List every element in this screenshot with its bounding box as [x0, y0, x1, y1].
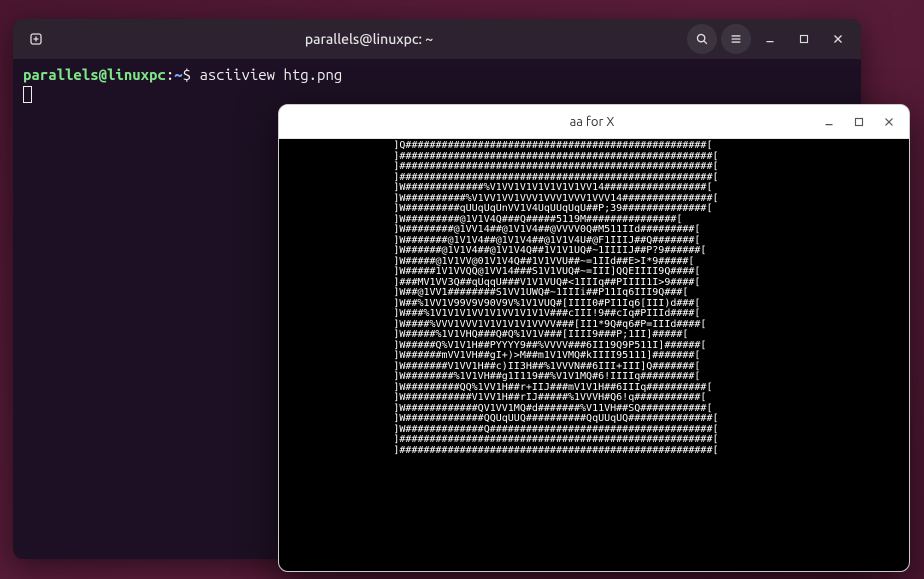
close-button[interactable] [823, 24, 853, 54]
prompt-host: linuxpc [107, 66, 166, 83]
minimize-button[interactable] [755, 24, 785, 54]
terminal-line: parallels@linuxpc:~$ asciiview htg.png [23, 65, 851, 85]
command-text: asciiview htg.png [199, 66, 342, 83]
maximize-button[interactable] [789, 24, 819, 54]
aa-title: aa for X [369, 115, 815, 129]
aa-minimize-button[interactable] [815, 109, 843, 135]
terminal-title: parallels@linuxpc: ~ [57, 31, 681, 47]
ascii-art-content: ]Q######################################… [279, 141, 909, 456]
prompt-sep2: $ [183, 66, 191, 83]
new-tab-button[interactable] [21, 24, 51, 54]
cursor-icon [23, 86, 32, 103]
aa-close-button[interactable] [875, 109, 903, 135]
terminal-titlebar: parallels@linuxpc: ~ [13, 19, 861, 59]
aa-maximize-button[interactable] [845, 109, 873, 135]
aa-body: ]Q######################################… [279, 139, 909, 571]
aa-window: aa for X ]Q#############################… [278, 104, 910, 572]
menu-button[interactable] [721, 24, 751, 54]
cursor-line [23, 85, 851, 105]
search-button[interactable] [687, 24, 717, 54]
prompt-at: @ [99, 66, 107, 83]
prompt-user: parallels [23, 66, 99, 83]
prompt-sep1: : [166, 66, 174, 83]
aa-titlebar: aa for X [279, 105, 909, 139]
prompt-path: ~ [174, 66, 182, 83]
